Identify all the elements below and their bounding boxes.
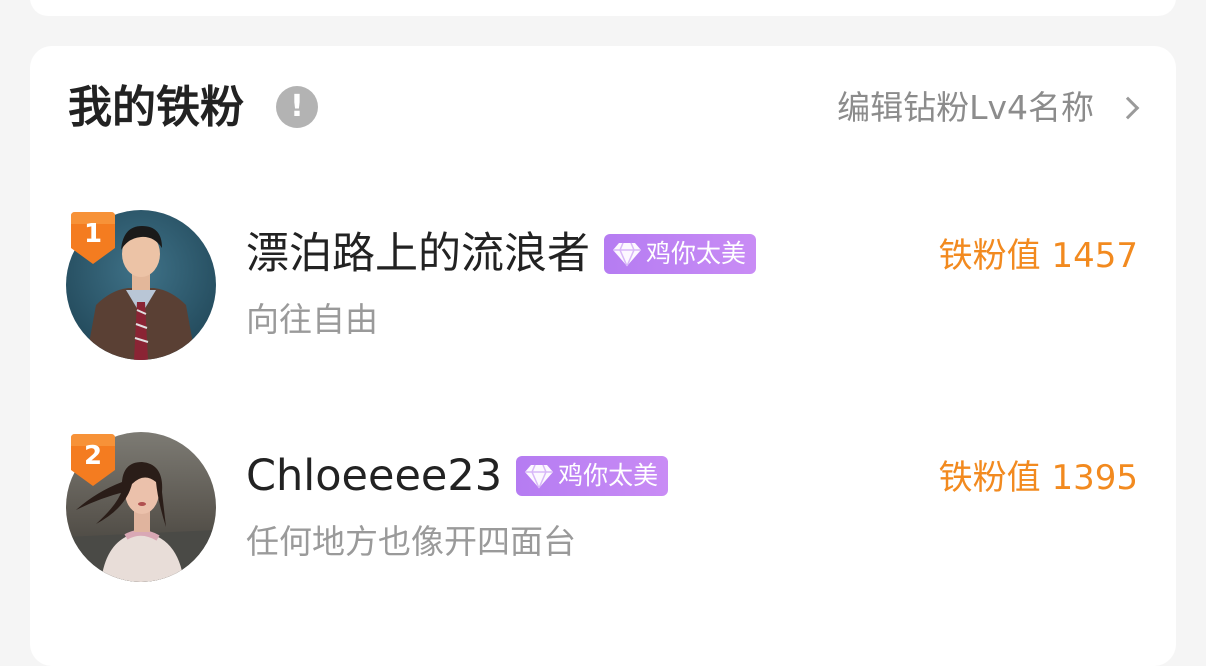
fan-group-tag-label: 鸡你太美 bbox=[646, 239, 747, 268]
card-title: 我的铁粉 bbox=[68, 82, 244, 133]
chevron-right-icon bbox=[1116, 96, 1140, 120]
rank-badge: 2 bbox=[68, 432, 118, 488]
fan-group-tag: 鸡你太美 bbox=[516, 456, 669, 496]
rank-number: 2 bbox=[83, 441, 103, 471]
previous-card bbox=[30, 0, 1176, 16]
rank-number: 1 bbox=[83, 219, 103, 249]
fan-name-line: Chloeeee23 鸡你太美 bbox=[246, 448, 669, 504]
fan-name-line: 漂泊路上的流浪者 鸡你太美 bbox=[246, 226, 757, 282]
card-header: 我的铁粉 ! 编辑钻粉Lv4名称 bbox=[30, 46, 1176, 170]
fan-name: 漂泊路上的流浪者 bbox=[246, 229, 590, 279]
iron-fans-card: 我的铁粉 ! 编辑钻粉Lv4名称 1 漂泊路上的流浪者 鸡你太美 向往自由 铁粉… bbox=[30, 46, 1176, 666]
diamond-icon bbox=[613, 242, 641, 267]
edit-link-label: 编辑钻粉Lv4名称 bbox=[837, 88, 1094, 127]
fan-score: 铁粉值 1457 bbox=[938, 236, 1138, 276]
fan-list-item[interactable]: 1 漂泊路上的流浪者 鸡你太美 向往自由 铁粉值 1457 bbox=[30, 210, 1176, 370]
fan-name: Chloeeee23 bbox=[246, 451, 503, 501]
diamond-icon bbox=[525, 464, 554, 489]
fan-list-item[interactable]: 2 Chloeeee23 鸡你太美 任何地方也像开四面台 铁粉值 1395 bbox=[30, 432, 1176, 592]
rank-badge: 1 bbox=[68, 210, 118, 266]
fan-group-tag: 鸡你太美 bbox=[604, 234, 757, 274]
edit-diamond-fan-name-link[interactable]: 编辑钻粉Lv4名称 bbox=[837, 84, 1140, 132]
fan-score: 铁粉值 1395 bbox=[938, 458, 1138, 498]
fan-signature: 向往自由 bbox=[246, 300, 378, 339]
fan-signature: 任何地方也像开四面台 bbox=[246, 522, 576, 561]
fan-group-tag-label: 鸡你太美 bbox=[558, 461, 659, 490]
exclamation-circle-icon[interactable]: ! bbox=[276, 86, 318, 128]
